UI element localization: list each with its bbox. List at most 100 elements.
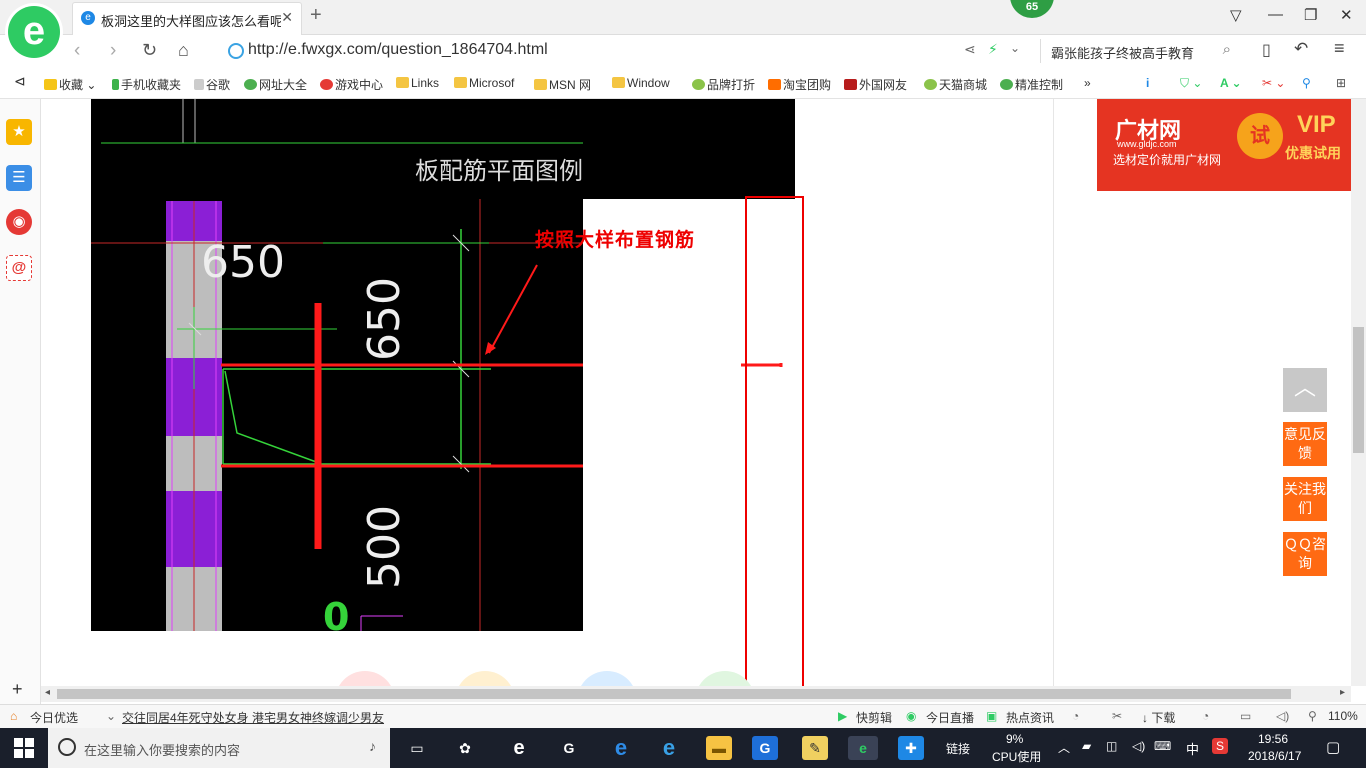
horizontal-scrollbar[interactable]: ◂ ▸	[41, 686, 1351, 702]
mobile-icon[interactable]: ▯	[1262, 40, 1271, 60]
tray-expand-icon[interactable]: ︿	[1058, 739, 1070, 756]
bookmark-item[interactable]: 品牌打折	[692, 76, 755, 93]
network-icon[interactable]: ◫	[1106, 739, 1117, 753]
skin-icon[interactable]: ▽	[1230, 6, 1242, 24]
chevron-down-icon[interactable]: ⌄	[1010, 41, 1020, 55]
live-link[interactable]: 今日直播	[926, 709, 974, 726]
lightning-icon[interactable]: ⚡	[988, 41, 998, 58]
share-bubble[interactable]	[335, 671, 395, 686]
volume-icon[interactable]: ◁)	[1132, 739, 1145, 753]
notification-badge[interactable]: 65	[1010, 0, 1054, 18]
bookmark-item[interactable]: Microsof	[454, 76, 514, 90]
search-box[interactable]: 霸张能孩子终被高手教育 ⌕	[1040, 39, 1237, 63]
edge-icon[interactable]: e	[608, 736, 634, 760]
keyboard-icon[interactable]: ⌨	[1154, 739, 1171, 753]
today-pick-link[interactable]: 今日优选	[30, 709, 78, 726]
home-icon[interactable]: ⌂	[178, 40, 189, 61]
chevron-down-icon[interactable]: ⌄	[106, 709, 116, 723]
shield-icon[interactable]: ⛉ ⌄	[1180, 76, 1202, 91]
taskbar-search[interactable]: 在这里输入你要搜索的内容 ♪	[48, 728, 390, 768]
start-button[interactable]	[14, 738, 34, 758]
speed-icon[interactable]: ◔	[1072, 709, 1079, 723]
url-text[interactable]: http://e.fwxgx.com/question_1864704.html	[248, 41, 548, 59]
bookmark-item[interactable]: Window	[612, 76, 670, 90]
horizontal-scroll-thumb[interactable]	[57, 689, 1291, 699]
microphone-icon[interactable]: ♪	[369, 738, 376, 754]
address-bar[interactable]: http://e.fwxgx.com/question_1864704.html	[226, 39, 1032, 63]
clock-time[interactable]: 19:56	[1258, 732, 1288, 746]
scroll-left-icon[interactable]: ◂	[45, 687, 50, 698]
app-plus-icon[interactable]: ✚	[898, 736, 924, 760]
back-to-top-button[interactable]: ︿	[1283, 368, 1327, 412]
bookmark-item[interactable]: 游戏中心	[320, 76, 383, 93]
minimize-button[interactable]: —	[1268, 6, 1283, 23]
browser-logo-icon[interactable]: e	[8, 6, 60, 58]
close-tab-icon[interactable]: ✕	[281, 9, 293, 26]
weibo-icon[interactable]: ◉	[6, 209, 32, 235]
new-tab-button[interactable]: +	[310, 4, 322, 27]
add-sidebar-icon[interactable]: +	[12, 679, 23, 700]
scroll-right-icon[interactable]: ▸	[1340, 687, 1345, 698]
sogou-ime-icon[interactable]: S	[1212, 738, 1228, 754]
reading-list-icon[interactable]: ☰	[6, 165, 32, 191]
tray-app-icon[interactable]: ▰	[1082, 739, 1091, 753]
glodon-app-icon[interactable]: G	[752, 736, 778, 760]
bookmark-item[interactable]: 外国网友	[844, 76, 907, 93]
task-view-icon[interactable]: ▭	[404, 736, 430, 760]
edge-browser-icon[interactable]: e	[506, 736, 532, 760]
bookmark-item[interactable]: Links	[396, 76, 439, 90]
taskbar-search-input[interactable]: 在这里输入你要搜索的内容	[84, 740, 240, 759]
back-icon[interactable]: ‹	[74, 40, 80, 62]
bookmark-item[interactable]: MSN 网	[534, 76, 591, 93]
search-input[interactable]: 霸张能孩子终被高手教育	[1051, 43, 1194, 62]
menu-icon[interactable]: ≡	[1334, 38, 1345, 59]
bookmark-item[interactable]: 谷歌	[194, 76, 230, 93]
extension-icon[interactable]: i	[1146, 76, 1149, 90]
bookmark-item[interactable]: 收藏 ⌄	[44, 76, 96, 93]
refresh-icon[interactable]: ↻	[142, 40, 157, 61]
forward-icon[interactable]: ›	[110, 40, 116, 62]
window-icon[interactable]: ▭	[1240, 709, 1251, 723]
zoom-icon[interactable]: ⚲	[1308, 709, 1317, 723]
clock-date[interactable]: 2018/6/17	[1248, 749, 1301, 763]
translate-icon[interactable]: A ⌄	[1220, 76, 1242, 90]
file-explorer-icon[interactable]: ▬	[706, 736, 732, 760]
link-toolbar[interactable]: 链接	[946, 740, 970, 757]
browser-tab[interactable]: e 板洞这里的大样图应该怎么看呢 ✕	[72, 2, 302, 35]
close-window-button[interactable]: ✕	[1340, 6, 1353, 24]
mail-icon[interactable]: @	[6, 255, 32, 281]
pinwheel-icon[interactable]: ✿	[452, 736, 478, 760]
download-link[interactable]: ↓ 下载	[1142, 709, 1175, 726]
favorites-star-icon[interactable]: ★	[6, 119, 32, 145]
bookmark-item[interactable]: 天猫商城	[924, 76, 987, 93]
vertical-scrollbar[interactable]	[1351, 99, 1366, 686]
advertisement-banner[interactable]: 广材网 www.gldjc.com 选材定价就用广材网 试 VIP 优惠试用	[1097, 99, 1351, 191]
notes-icon[interactable]: ✎	[802, 736, 828, 760]
notifications-icon[interactable]: ▢	[1326, 738, 1340, 756]
share-icon[interactable]: ⋖	[964, 41, 976, 58]
bookmark-item[interactable]: 精准控制	[1000, 76, 1063, 93]
bookmark-item[interactable]: 淘宝团购	[768, 76, 831, 93]
share-bubble[interactable]	[455, 671, 515, 686]
undo-icon[interactable]: ↶	[1294, 39, 1308, 59]
cut-icon[interactable]: ✂	[1112, 709, 1122, 723]
feedback-button[interactable]: 意见反馈	[1283, 422, 1327, 466]
maximize-button[interactable]: ❐	[1304, 6, 1317, 24]
quick-cut-link[interactable]: 快剪辑	[856, 709, 892, 726]
qq-consult-button[interactable]: ＱＱ咨询	[1283, 532, 1327, 576]
zoom-level[interactable]: 110%	[1328, 709, 1358, 723]
apps-icon[interactable]: ⊞	[1336, 76, 1346, 90]
ime-indicator[interactable]: 中	[1186, 739, 1199, 758]
search-tool-icon[interactable]: ⚲	[1302, 76, 1311, 90]
hot-news-link[interactable]: 热点资讯	[1006, 709, 1054, 726]
glodon-icon[interactable]: G	[556, 736, 582, 760]
scissors-icon[interactable]: ✂ ⌄	[1262, 76, 1285, 90]
bookmark-item[interactable]: 手机收藏夹	[112, 76, 181, 93]
360-browser-active-icon[interactable]: e	[848, 736, 878, 760]
bookmark-item[interactable]: 网址大全	[244, 76, 307, 93]
follow-us-button[interactable]: 关注我们	[1283, 477, 1327, 521]
news-ticker-link[interactable]: 交往同居4年死守处女身 港宅男女神终嫁调少男友	[122, 709, 384, 726]
vertical-scroll-thumb[interactable]	[1353, 327, 1364, 453]
sound-icon[interactable]: ◁)	[1276, 709, 1289, 723]
ie-icon[interactable]: e	[656, 736, 682, 760]
